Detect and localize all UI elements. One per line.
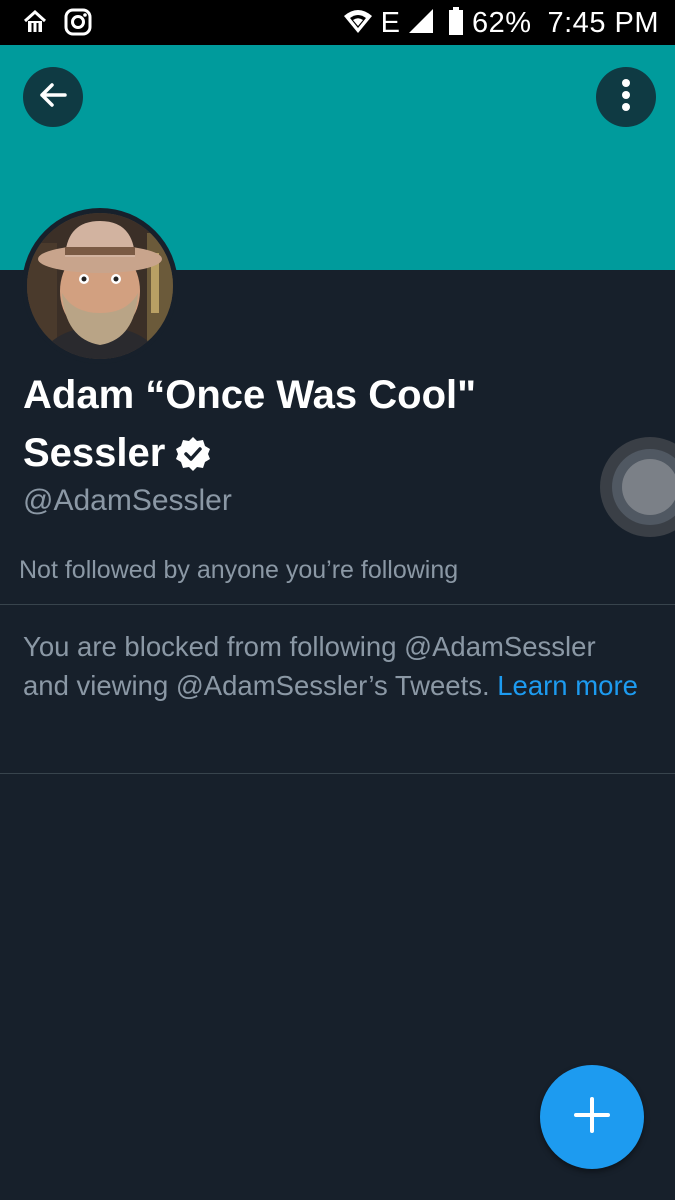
status-bar: E 62% 7:45 PM — [0, 0, 675, 45]
avatar-photo — [27, 213, 173, 359]
plus-icon — [572, 1095, 612, 1140]
profile-handle: @AdamSessler — [23, 484, 232, 517]
followed-by-text: Not followed by anyone you’re following — [19, 556, 459, 584]
clock: 7:45 PM — [547, 7, 659, 39]
profile-name-line2: Sessler — [23, 424, 583, 488]
profile-name-line2-text: Sessler — [23, 431, 166, 475]
profile-name: Adam “Once Was Cool" Sessler — [23, 366, 583, 488]
profile-name-line1: Adam “Once Was Cool" — [23, 373, 477, 417]
home-app-icon — [22, 9, 48, 40]
divider — [0, 773, 675, 774]
signal-icon — [408, 8, 434, 39]
back-button[interactable] — [23, 67, 83, 127]
battery-level: 62% — [471, 7, 532, 39]
more-options-button[interactable] — [596, 67, 656, 127]
instagram-icon — [64, 8, 92, 41]
compose-tweet-button[interactable] — [540, 1065, 644, 1169]
floating-scroll-handle[interactable] — [600, 437, 675, 537]
network-type: E — [380, 7, 400, 39]
divider — [0, 604, 675, 605]
verified-badge-icon — [175, 430, 211, 488]
learn-more-link[interactable]: Learn more — [497, 670, 638, 701]
profile-avatar[interactable] — [22, 208, 178, 364]
arrow-left-icon — [37, 79, 69, 116]
wifi-icon — [343, 8, 373, 39]
battery-icon — [448, 6, 464, 40]
more-vertical-icon — [620, 78, 632, 117]
blocked-notice: You are blocked from following @AdamSess… — [23, 628, 643, 705]
